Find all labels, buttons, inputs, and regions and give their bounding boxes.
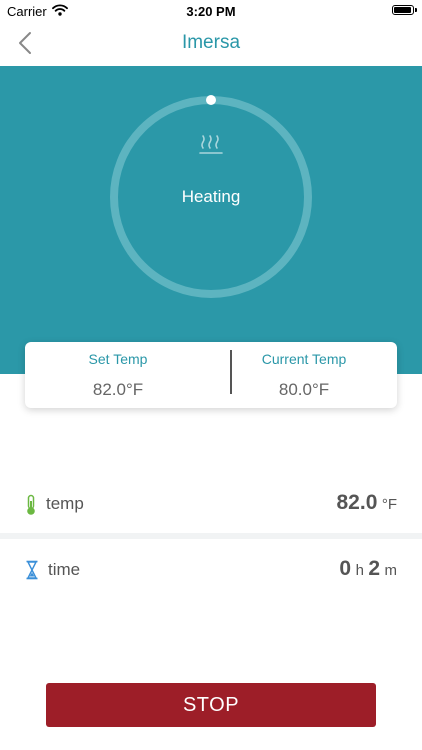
battery-icon — [392, 5, 417, 15]
time-hours: 0 — [339, 557, 352, 580]
time-hours-unit: h — [355, 562, 364, 579]
heat-waves-icon — [199, 132, 223, 161]
progress-ring — [110, 95, 312, 298]
temp-label: temp — [46, 494, 84, 513]
temp-value-group: 82.0 °F — [337, 491, 398, 515]
row-separator — [0, 533, 422, 539]
heating-status: Heating — [181, 187, 241, 206]
time-row[interactable]: time 0 h 2 m — [0, 543, 422, 599]
temp-unit: °F — [381, 496, 397, 513]
set-temp-section[interactable]: Set Temp 82.0°F — [25, 342, 211, 408]
current-temp-section: Current Temp 80.0°F — [211, 342, 397, 408]
time-value-group: 0 h 2 m — [339, 557, 397, 581]
set-temp-value: 82.0°F — [92, 380, 144, 399]
temperature-card: Set Temp 82.0°F Current Temp 80.0°F — [25, 342, 397, 408]
status-bar: Carrier 3:20 PM — [0, 0, 422, 22]
time-minutes: 2 — [368, 557, 381, 580]
current-temp-label: Current Temp — [261, 351, 347, 367]
nav-bar: Imersa — [0, 22, 422, 66]
hourglass-icon — [25, 560, 39, 585]
page-title: Imersa — [181, 32, 241, 53]
status-time: 3:20 PM — [186, 4, 236, 19]
stop-button[interactable]: STOP — [46, 683, 376, 727]
time-label: time — [48, 560, 81, 579]
progress-indicator-dot — [206, 95, 216, 105]
set-temp-label: Set Temp — [88, 351, 148, 367]
current-temp-value: 80.0°F — [278, 380, 330, 399]
temp-value: 82.0 — [336, 491, 378, 514]
heating-hero: Heating — [0, 66, 422, 374]
temp-row[interactable]: temp 82.0 °F — [0, 477, 422, 533]
thermometer-icon — [24, 494, 38, 521]
time-minutes-unit: m — [384, 562, 398, 579]
